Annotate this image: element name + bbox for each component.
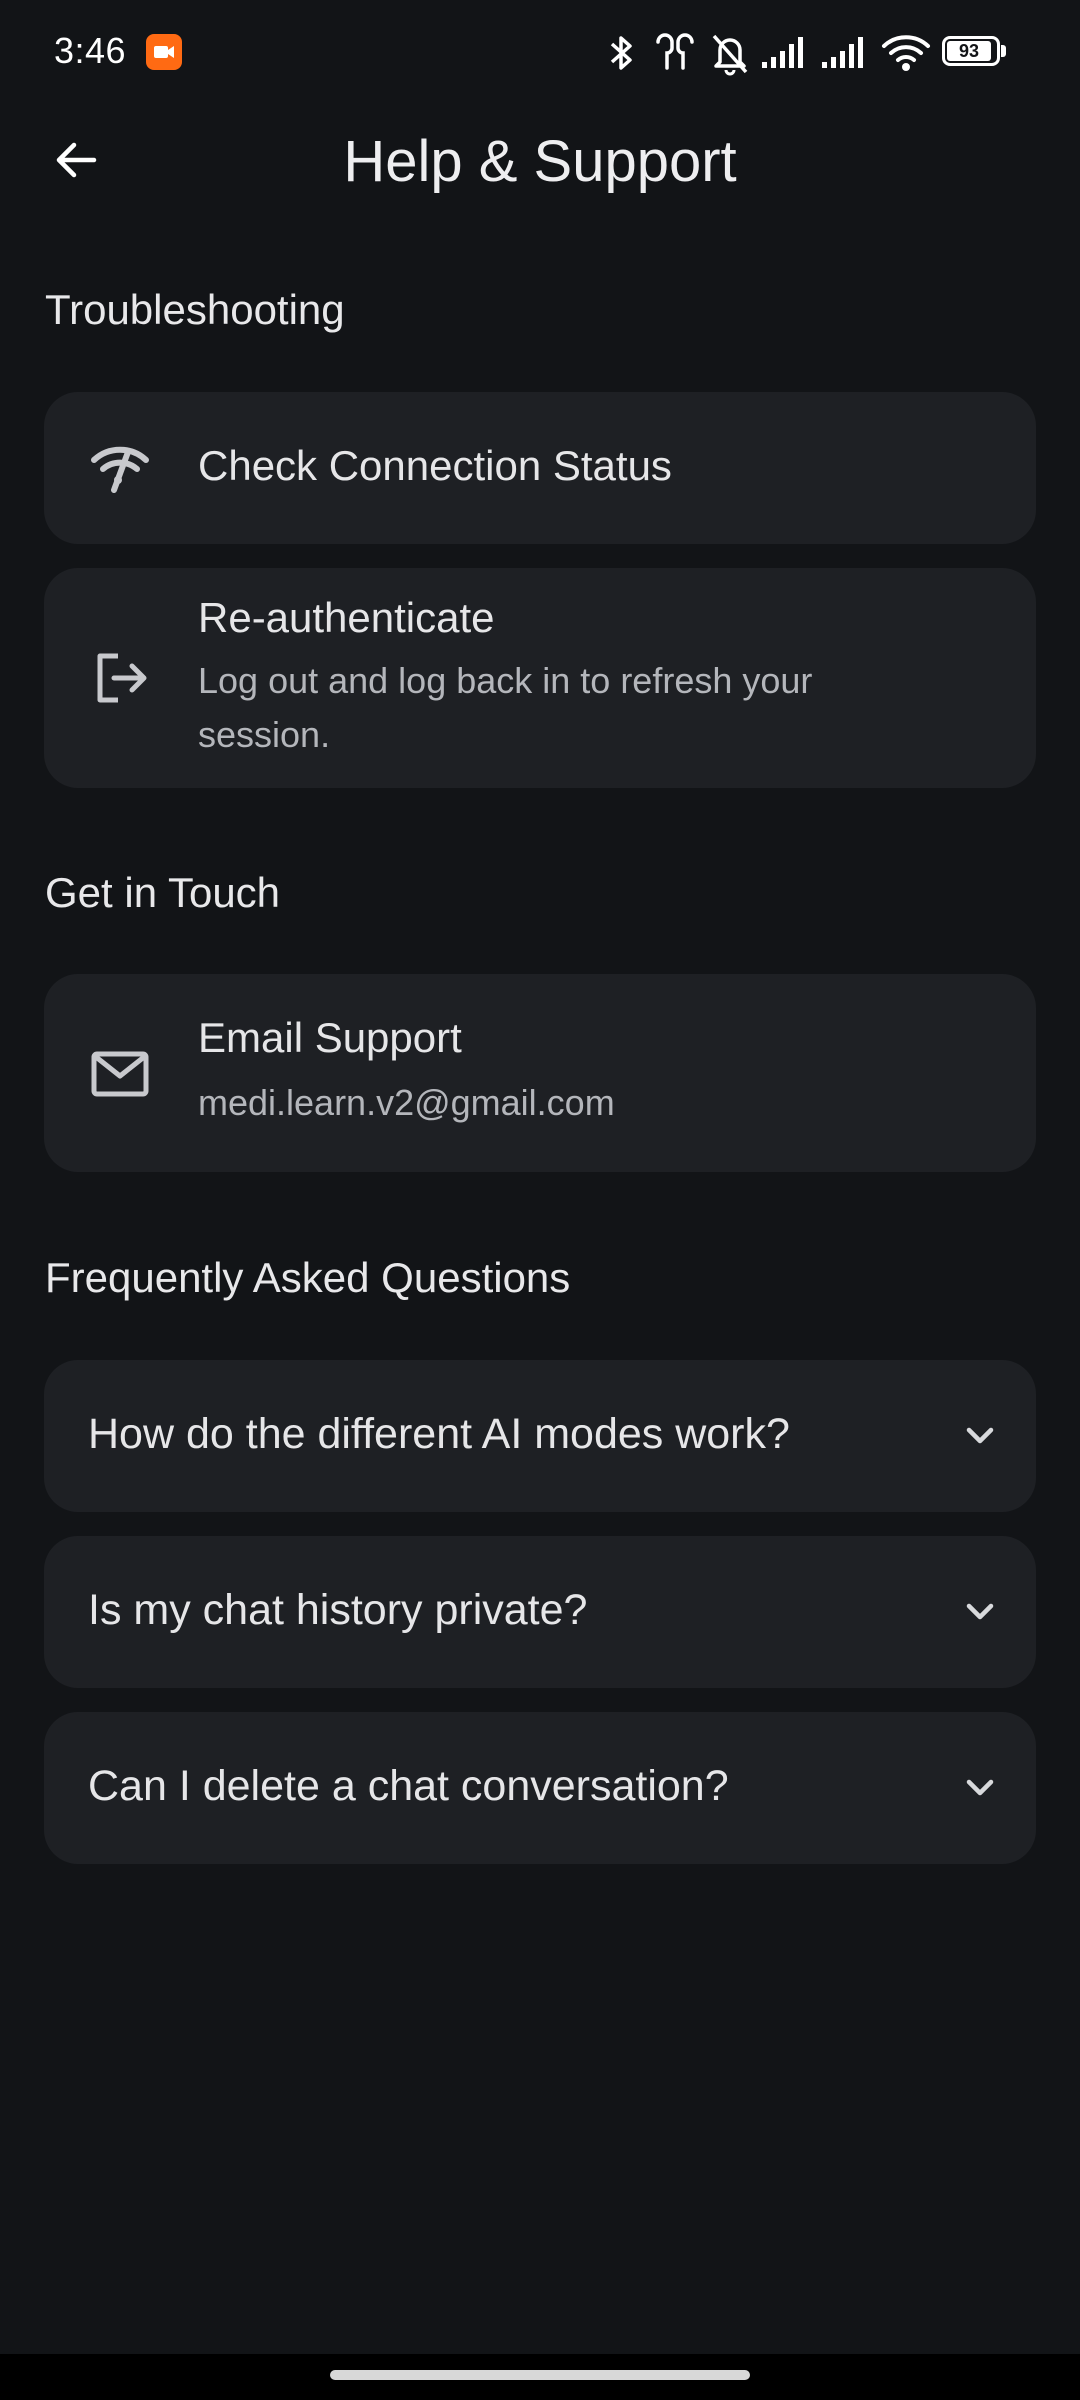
- reauthenticate-card[interactable]: Re-authenticate Log out and log back in …: [44, 568, 1036, 788]
- reauthenticate-subtitle-line2: session.: [198, 714, 331, 755]
- signal-icon: [762, 37, 803, 68]
- earbuds-icon: [656, 33, 694, 70]
- section-title-get-in-touch: Get in Touch: [45, 869, 281, 916]
- reauthenticate-subtitle-line1: Log out and log back in to refresh your: [198, 660, 813, 701]
- chevron-down-icon: [956, 1588, 1004, 1636]
- chevron-down-icon: [956, 1764, 1004, 1812]
- bluetooth-icon: [610, 36, 632, 70]
- faq-item[interactable]: Is my chat history private?: [44, 1536, 1036, 1688]
- email-address[interactable]: medi.learn.v2@gmail.com: [198, 1076, 998, 1130]
- app-bar: Help & Support: [0, 104, 1080, 216]
- bell-muted-icon: [712, 34, 748, 76]
- page-title: Help & Support: [343, 129, 737, 194]
- faq-item[interactable]: How do the different AI modes work?: [44, 1360, 1036, 1512]
- screen-record-icon: [146, 34, 182, 70]
- status-time: 3:46: [54, 30, 127, 71]
- check-connection-title: Check Connection Status: [198, 442, 672, 489]
- mail-icon: [88, 1042, 152, 1106]
- wifi-icon: [882, 35, 930, 71]
- section-title-faq: Frequently Asked Questions: [45, 1254, 571, 1301]
- faq-question: How do the different AI modes work?: [88, 1410, 790, 1458]
- section-title-troubleshooting: Troubleshooting: [45, 286, 345, 333]
- chevron-down-icon: [956, 1412, 1004, 1460]
- email-support-title: Email Support: [198, 1014, 462, 1061]
- logout-icon: [88, 646, 152, 710]
- battery-icon: 93: [942, 36, 1006, 68]
- faq-question: Can I delete a chat conversation?: [88, 1762, 729, 1810]
- home-indicator[interactable]: [330, 2370, 750, 2380]
- wifi-off-icon: [88, 436, 152, 500]
- reauthenticate-subtitle: Log out and log back in to refresh your …: [198, 654, 998, 762]
- faq-item[interactable]: Can I delete a chat conversation?: [44, 1712, 1036, 1864]
- status-bar: 3:46 93: [0, 0, 1080, 104]
- check-connection-card[interactable]: Check Connection Status: [44, 392, 1036, 544]
- faq-question: Is my chat history private?: [88, 1586, 588, 1634]
- email-support-card[interactable]: Email Support medi.learn.v2@gmail.com: [44, 974, 1036, 1172]
- signal-icon: [822, 37, 863, 68]
- system-nav-bar: [0, 2354, 1080, 2400]
- battery-level: 93: [947, 41, 991, 61]
- reauthenticate-title: Re-authenticate: [198, 594, 495, 641]
